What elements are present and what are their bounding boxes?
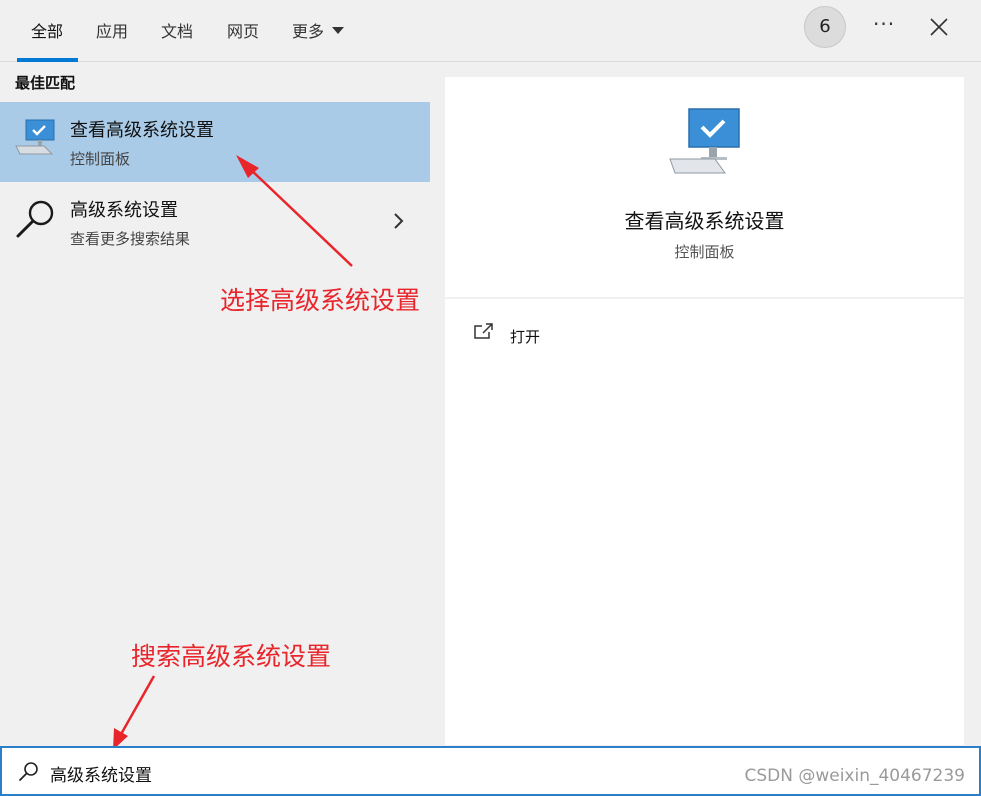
open-action[interactable]: 打开 <box>473 321 540 349</box>
result-title: 查看高级系统设置 <box>70 120 214 141</box>
result-item-advanced-settings[interactable]: 高级系统设置 查看更多搜索结果 <box>0 182 430 262</box>
tab-apps[interactable]: 应用 <box>96 18 128 42</box>
best-match-label: 最佳匹配 <box>15 74 76 92</box>
arrow-to-search <box>113 675 156 750</box>
result-item-view-advanced-settings[interactable]: 查看高级系统设置 控制面板 <box>0 102 430 182</box>
chevron-right-icon[interactable] <box>392 212 404 230</box>
tab-more-label: 更多 <box>292 22 325 41</box>
tab-all[interactable]: 全部 <box>31 18 63 42</box>
tab-web[interactable]: 网页 <box>227 18 259 42</box>
rewards-badge[interactable]: 6 <box>804 6 846 48</box>
tab-documents[interactable]: 文档 <box>161 18 193 42</box>
detail-subtitle: 控制面板 <box>674 243 735 261</box>
search-icon <box>19 762 38 781</box>
divider <box>445 297 964 299</box>
active-tab-indicator <box>17 58 78 62</box>
filter-bar: 全部 应用 文档 网页 更多 6 ··· <box>0 0 981 62</box>
annotation-search: 搜索高级系统设置 <box>131 642 332 671</box>
result-subtitle: 控制面板 <box>70 150 131 168</box>
detail-title: 查看高级系统设置 <box>624 209 785 233</box>
open-action-label: 打开 <box>510 328 541 346</box>
search-icon <box>16 200 54 238</box>
result-subtitle: 查看更多搜索结果 <box>70 230 191 248</box>
result-title: 高级系统设置 <box>70 200 178 221</box>
computer-icon <box>15 119 55 155</box>
detail-panel: 查看高级系统设置 控制面板 打开 <box>445 77 964 745</box>
search-input[interactable]: 高级系统设置 <box>50 761 152 786</box>
computer-icon <box>669 108 740 174</box>
tab-more[interactable]: 更多 <box>292 18 345 42</box>
close-icon[interactable] <box>929 17 949 37</box>
search-box[interactable]: 高级系统设置 CSDN @weixin_40467239 <box>0 746 981 796</box>
watermark: CSDN @weixin_40467239 <box>744 766 965 786</box>
more-options-icon[interactable]: ··· <box>873 12 895 36</box>
caret-down-icon <box>332 27 345 34</box>
annotation-select: 选择高级系统设置 <box>220 286 421 315</box>
open-icon <box>474 323 493 339</box>
